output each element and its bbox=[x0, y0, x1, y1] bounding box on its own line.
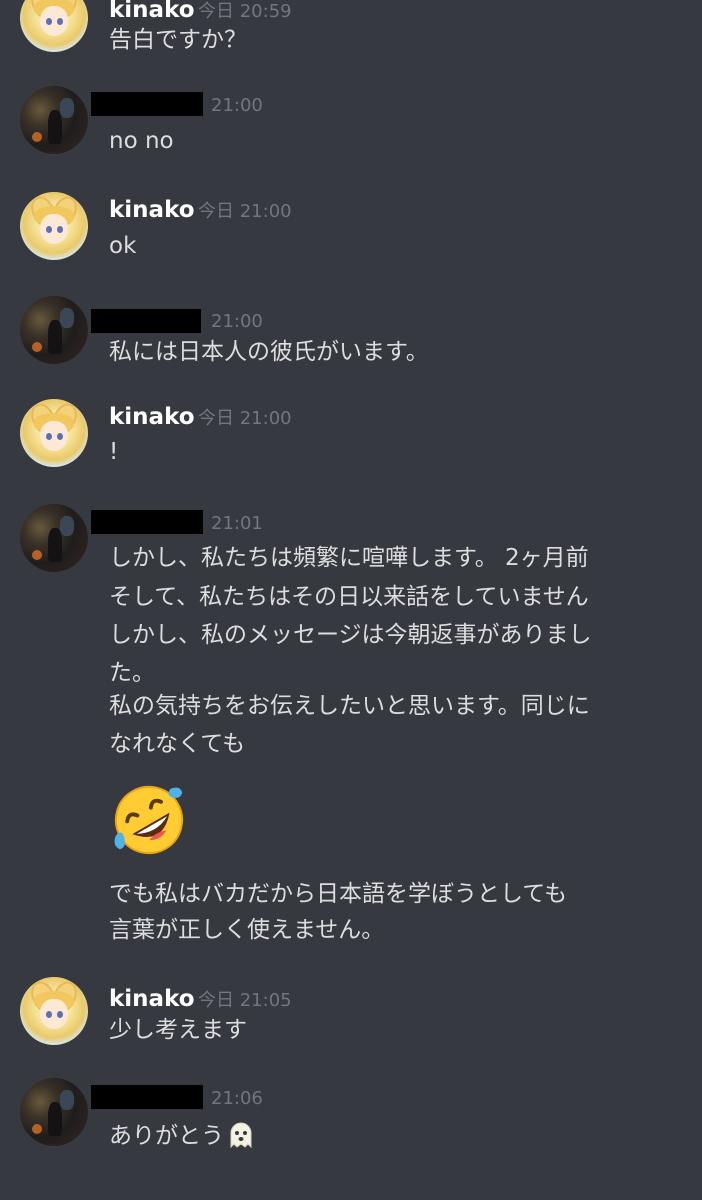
username[interactable]: kinako bbox=[109, 196, 195, 224]
user-avatar[interactable] bbox=[20, 504, 88, 572]
redacted-username bbox=[91, 1085, 203, 1109]
timestamp: 今日 20:59 bbox=[198, 1, 292, 22]
timestamp: 21:00 bbox=[211, 95, 263, 116]
message-text-row: ありがとう bbox=[109, 1120, 254, 1152]
user-avatar[interactable] bbox=[20, 86, 88, 154]
message-text: 告白ですか？ bbox=[109, 27, 247, 53]
kinako-avatar[interactable] bbox=[20, 0, 88, 52]
username[interactable]: kinako bbox=[109, 403, 195, 431]
message-text: た。 bbox=[109, 660, 155, 686]
ghost-emoji bbox=[230, 1122, 252, 1148]
redacted-username bbox=[91, 510, 203, 534]
message-text: ありがとう bbox=[109, 1123, 224, 1149]
message-text: 言葉が正しく使えません。 bbox=[109, 917, 385, 943]
message-text: 私の気持ちをお伝えしたいと思います。同じに bbox=[109, 693, 590, 719]
message-text: ok bbox=[109, 233, 137, 259]
kinako-avatar[interactable] bbox=[20, 977, 88, 1045]
kinako-avatar[interactable] bbox=[20, 399, 88, 467]
redacted-username bbox=[91, 309, 201, 333]
timestamp: 21:01 bbox=[211, 513, 263, 534]
timestamp: 21:06 bbox=[211, 1088, 263, 1109]
message-text: ! bbox=[109, 439, 119, 465]
timestamp: 今日 21:00 bbox=[198, 201, 292, 222]
message-text: 少し考えます bbox=[109, 1017, 247, 1043]
message-text: しかし、私のメッセージは今朝返事がありまし bbox=[109, 622, 592, 648]
rolling-on-floor-laughing-emoji bbox=[114, 785, 184, 855]
username[interactable]: kinako bbox=[109, 0, 195, 24]
message-text: そして、私たちはその日以来話をしていません bbox=[109, 584, 589, 610]
user-avatar[interactable] bbox=[20, 296, 88, 364]
message-text: 私には日本人の彼氏がいます。 bbox=[109, 339, 429, 365]
redacted-username bbox=[91, 92, 203, 116]
message-text: なれなくても bbox=[109, 731, 246, 757]
message-text: no no bbox=[109, 128, 174, 154]
timestamp: 21:00 bbox=[211, 311, 263, 332]
username[interactable]: kinako bbox=[109, 985, 195, 1013]
message-text: でも私はバカだから日本語を学ぼうとしても bbox=[109, 881, 568, 907]
kinako-avatar[interactable] bbox=[20, 192, 88, 260]
timestamp: 今日 21:00 bbox=[198, 408, 292, 429]
user-avatar[interactable] bbox=[20, 1078, 88, 1146]
message-text: しかし、私たちは頻繁に喧嘩します。 2ヶ月前 bbox=[109, 545, 589, 571]
timestamp: 今日 21:05 bbox=[198, 990, 292, 1011]
